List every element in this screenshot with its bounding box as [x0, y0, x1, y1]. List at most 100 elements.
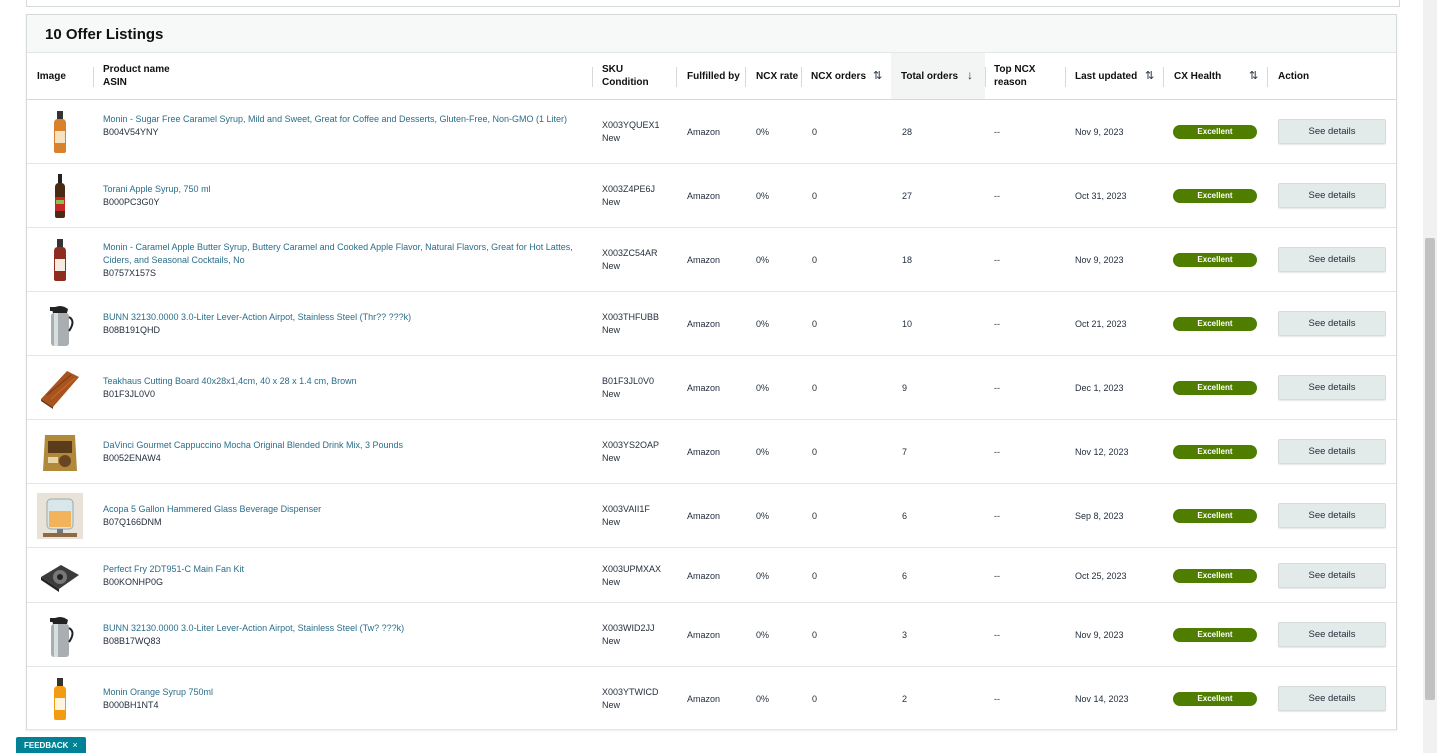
status-badge: Excellent	[1173, 189, 1257, 203]
column-divider	[985, 67, 986, 87]
top-ncx-text: --	[994, 383, 1000, 393]
top-ncx-text: --	[994, 319, 1000, 329]
sort-icon[interactable]: ⇅	[873, 69, 882, 82]
see-details-button[interactable]: See details	[1278, 503, 1386, 528]
product-name-link[interactable]: BUNN 32130.0000 3.0-Liter Lever-Action A…	[103, 623, 404, 633]
top-ncx-text: --	[994, 630, 1000, 640]
sort-descending-icon[interactable]: ↓	[967, 68, 973, 82]
see-details-button[interactable]: See details	[1278, 311, 1386, 336]
condition-text: New	[602, 133, 621, 143]
table-row: BUNN 32130.0000 3.0-Liter Lever-Action A…	[27, 603, 1396, 667]
product-thumbnail[interactable]	[37, 109, 83, 155]
top-ncx-text: --	[994, 191, 1000, 201]
ncx-rate-text: 0%	[756, 191, 770, 201]
column-divider	[801, 67, 802, 87]
feedback-tab[interactable]: FEEDBACK ×	[16, 737, 86, 753]
see-details-button[interactable]: See details	[1278, 685, 1386, 711]
sku-text: X003YS2OAP	[602, 440, 660, 450]
close-icon[interactable]: ×	[72, 740, 77, 750]
product-thumbnail[interactable]	[37, 301, 83, 347]
last-updated-text: Dec 1, 2023	[1075, 383, 1124, 393]
fulfilled-text: Amazon	[687, 191, 721, 201]
header-top-ncx: Top NCX reason	[994, 53, 1064, 99]
product-name-link[interactable]: Torani Apple Syrup, 750 ml	[103, 184, 211, 194]
see-details-button[interactable]: See details	[1278, 562, 1386, 588]
status-badge: Excellent	[1173, 691, 1257, 706]
header-sku: SKU Condition	[602, 53, 672, 99]
ncx-rate-text: 0%	[756, 127, 770, 137]
sort-icon[interactable]: ⇅	[1249, 69, 1258, 82]
product-thumbnail[interactable]	[37, 173, 83, 219]
table-row: Torani Apple Syrup, 750 ml B000PC3G0Y X003…	[27, 164, 1396, 228]
asin-text: B00KONHP0G	[103, 576, 164, 587]
product-name-link[interactable]: Monin Orange Syrup 750ml	[103, 687, 213, 697]
sku-text: X003YQUEX1	[602, 120, 660, 130]
last-updated-text: Nov 9, 2023	[1075, 255, 1124, 265]
header-ncx-rate-label: NCX rate	[756, 70, 799, 82]
column-divider	[93, 67, 94, 87]
last-updated-text: Nov 12, 2023	[1075, 447, 1129, 457]
sku-text: X003YTWICD	[602, 686, 659, 697]
total-orders-text: 6	[902, 511, 908, 521]
ncx-rate-text: 0%	[756, 319, 770, 329]
ncx-rate-text: 0%	[756, 630, 770, 640]
column-divider	[592, 67, 593, 87]
total-orders-text: 3	[902, 630, 908, 640]
sku-text: X003VAII1F	[602, 504, 650, 514]
fulfilled-text: Amazon	[687, 570, 721, 581]
product-name-link[interactable]: Acopa 5 Gallon Hammered Glass Beverage D…	[103, 504, 321, 514]
fulfilled-text: Amazon	[687, 447, 721, 457]
sku-text: X003Z4PE6J	[602, 184, 656, 194]
fulfilled-text: Amazon	[687, 383, 721, 393]
condition-text: New	[602, 325, 621, 335]
ncx-orders-text: 0	[812, 693, 818, 704]
see-details-button[interactable]: See details	[1278, 439, 1386, 464]
product-thumbnail[interactable]	[37, 365, 83, 411]
header-cx-health-label: CX Health	[1174, 70, 1222, 82]
ncx-orders-text: 0	[812, 447, 818, 457]
total-orders-text: 2	[902, 693, 908, 704]
ncx-orders-text: 0	[812, 191, 818, 201]
ncx-orders-text: 0	[812, 383, 818, 393]
product-thumbnail[interactable]	[37, 676, 83, 722]
product-thumbnail[interactable]	[37, 237, 83, 283]
sort-icon[interactable]: ⇅	[1145, 69, 1154, 82]
header-product-label: Product name	[103, 64, 170, 75]
fulfilled-text: Amazon	[687, 693, 721, 704]
product-name-link[interactable]: BUNN 32130.0000 3.0-Liter Lever-Action A…	[103, 312, 411, 322]
see-details-button[interactable]: See details	[1278, 183, 1386, 208]
total-orders-text: 18	[902, 255, 913, 265]
scrollbar-thumb[interactable]	[1425, 238, 1435, 700]
header-condition-label: Condition	[602, 77, 649, 88]
product-thumbnail[interactable]	[37, 493, 83, 539]
sku-text: B01F3JL0V0	[602, 376, 655, 386]
header-cx-health[interactable]: CX Health	[1174, 53, 1254, 99]
product-name-link[interactable]: DaVinci Gourmet Cappuccino Mocha Origina…	[103, 440, 403, 450]
product-thumbnail[interactable]	[37, 553, 83, 599]
table-row: BUNN 32130.0000 3.0-Liter Lever-Action A…	[27, 292, 1396, 356]
top-ncx-text: --	[994, 127, 1000, 137]
top-ncx-text: --	[994, 447, 1000, 457]
ncx-orders-text: 0	[812, 630, 818, 640]
see-details-button[interactable]: See details	[1278, 119, 1386, 144]
header-action: Action	[1278, 53, 1338, 99]
condition-text: New	[602, 197, 621, 207]
product-name-link[interactable]: Perfect Fry 2DT951-C Main Fan Kit	[103, 564, 244, 574]
see-details-button[interactable]: See details	[1278, 375, 1386, 400]
see-details-button[interactable]: See details	[1278, 247, 1386, 272]
see-details-button[interactable]: See details	[1278, 622, 1386, 647]
last-updated-text: Nov 14, 2023	[1075, 693, 1129, 704]
asin-text: B004V54YNY	[103, 126, 159, 137]
product-name-link[interactable]: Monin - Caramel Apple Butter Syrup, Butt…	[103, 242, 573, 265]
header-last-updated[interactable]: Last updated	[1075, 53, 1155, 99]
header-asin-label: ASIN	[103, 77, 127, 88]
last-updated-text: Nov 9, 2023	[1075, 127, 1124, 137]
ncx-rate-text: 0%	[756, 383, 770, 393]
product-name-link[interactable]: Monin - Sugar Free Caramel Syrup, Mild a…	[103, 114, 567, 124]
column-divider	[1163, 67, 1164, 87]
last-updated-text: Oct 31, 2023	[1075, 191, 1127, 201]
header-ncx-rate: NCX rate	[756, 53, 806, 99]
product-thumbnail[interactable]	[37, 612, 83, 658]
product-thumbnail[interactable]	[37, 429, 83, 475]
product-name-link[interactable]: Teakhaus Cutting Board 40x28x1,4cm, 40 x…	[103, 376, 357, 386]
